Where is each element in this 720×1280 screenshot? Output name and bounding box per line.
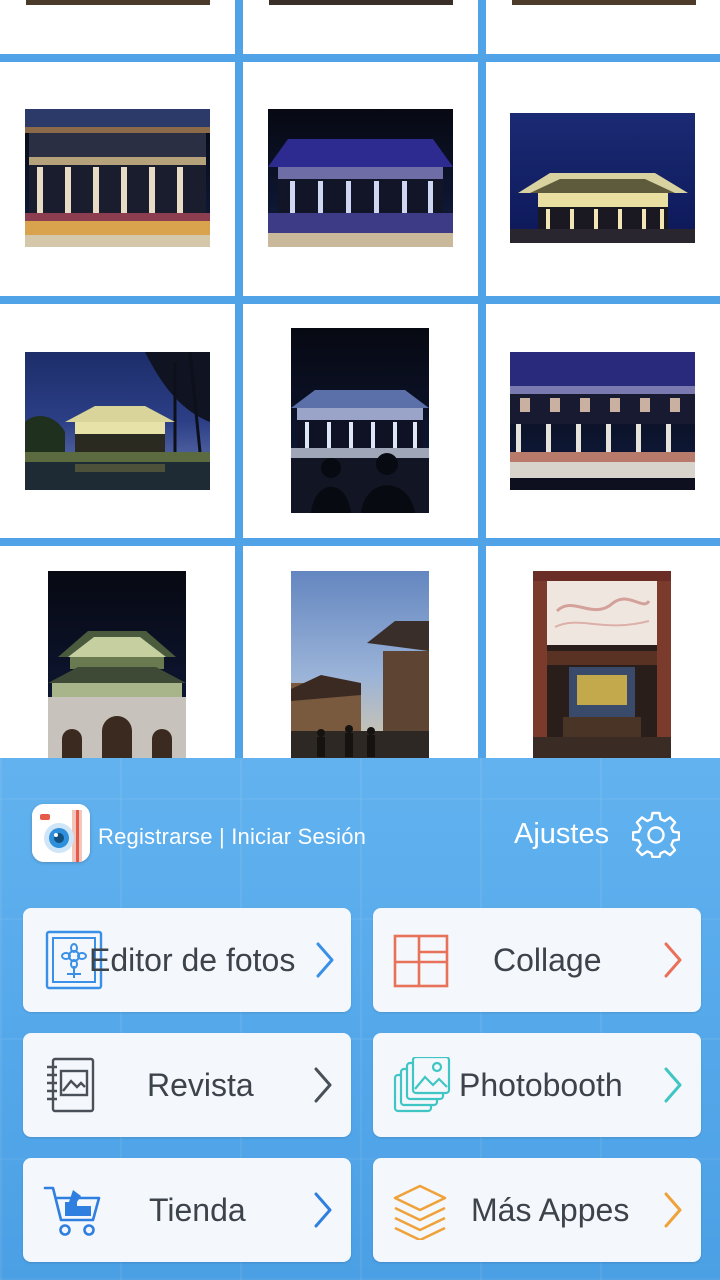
magazine-button[interactable]: Revista	[23, 1033, 351, 1137]
photo-cell[interactable]	[243, 0, 478, 54]
photobooth-stack-icon	[393, 1055, 451, 1115]
photo-cell[interactable]	[486, 0, 720, 54]
photo-thumbnail	[268, 109, 453, 247]
photo-thumbnail	[25, 109, 210, 247]
chevron-right-icon	[316, 942, 334, 978]
tile-label: Editor de fotos	[89, 942, 296, 978]
more-apps-button[interactable]: Más Appes	[373, 1158, 701, 1262]
chevron-right-icon	[664, 1067, 682, 1103]
photo-thumbnail	[48, 571, 186, 760]
store-button[interactable]: Tienda	[23, 1158, 351, 1262]
photo-thumbnail	[291, 571, 429, 760]
photo-thumbnail	[269, 0, 453, 5]
chevron-right-icon	[314, 1192, 332, 1228]
photo-cell[interactable]	[486, 62, 720, 296]
photo-cell[interactable]	[0, 546, 235, 760]
shopping-cart-icon	[43, 1182, 101, 1240]
magazine-icon	[43, 1057, 101, 1115]
photo-editor-button[interactable]: Editor de fotos	[23, 908, 351, 1012]
tile-label: Collage	[493, 942, 602, 978]
tile-label: Photobooth	[459, 1067, 623, 1103]
photo-cell[interactable]	[486, 304, 720, 538]
photo-cell[interactable]	[243, 546, 478, 760]
settings-link[interactable]: Ajustes	[514, 818, 609, 851]
photobooth-button[interactable]: Photobooth	[373, 1033, 701, 1137]
menu-panel: Registrarse | Iniciar Sesión Ajustes Edi…	[0, 758, 720, 1280]
photo-cell[interactable]	[0, 62, 235, 296]
gear-icon[interactable]	[631, 810, 681, 859]
photo-thumbnail	[26, 0, 210, 5]
camera-app-icon[interactable]	[32, 804, 90, 862]
photo-thumbnail	[25, 352, 210, 490]
chevron-right-icon	[664, 942, 682, 978]
photo-thumbnail	[291, 328, 429, 513]
tile-label: Revista	[147, 1067, 254, 1103]
photo-thumbnail	[533, 571, 671, 760]
photo-cell[interactable]	[0, 304, 235, 538]
tile-label: Tienda	[149, 1192, 246, 1228]
tile-label: Más Appes	[471, 1192, 630, 1228]
photo-cell[interactable]	[486, 546, 720, 760]
chevron-right-icon	[664, 1192, 682, 1228]
layers-icon	[393, 1182, 451, 1242]
app-screen: Registrarse | Iniciar Sesión Ajustes Edi…	[0, 0, 720, 1280]
photo-thumbnail	[510, 113, 695, 243]
photo-cell[interactable]	[243, 304, 478, 538]
photo-thumbnail	[510, 352, 695, 490]
chevron-right-icon	[314, 1067, 332, 1103]
photo-thumbnail	[512, 0, 696, 5]
collage-grid-icon	[393, 932, 451, 990]
photo-cell[interactable]	[243, 62, 478, 296]
collage-button[interactable]: Collage	[373, 908, 701, 1012]
photo-grid	[0, 0, 720, 760]
photo-cell[interactable]	[0, 0, 235, 54]
login-link[interactable]: Registrarse | Iniciar Sesión	[98, 824, 366, 850]
